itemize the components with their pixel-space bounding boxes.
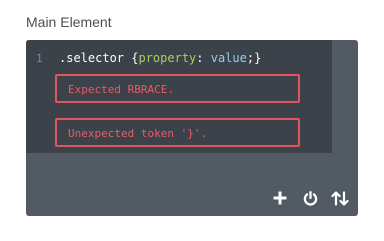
sort-icon	[331, 190, 349, 206]
code-area[interactable]: 1 .selector {property: value;} Expected …	[26, 40, 332, 153]
toggle-button[interactable]	[298, 188, 322, 208]
code-open-brace: {	[124, 51, 139, 65]
sort-button[interactable]	[328, 188, 352, 208]
code-line[interactable]: .selector {property: value;}	[59, 51, 261, 65]
power-icon	[303, 190, 317, 206]
section-title: Main Element	[26, 14, 112, 30]
code-close-brace: }	[254, 51, 262, 65]
add-button[interactable]	[268, 188, 292, 208]
code-property: property	[138, 51, 197, 65]
css-code-editor[interactable]: 1 .selector {property: value;} Expected …	[26, 40, 358, 216]
plus-icon	[273, 191, 287, 205]
code-colon: :	[196, 51, 211, 65]
editor-toolbar	[262, 188, 352, 208]
error-message: Expected RBRACE.	[55, 74, 300, 103]
code-value: value	[210, 51, 247, 65]
error-text: Expected RBRACE.	[68, 83, 174, 96]
error-message: Unexpected token '}'.	[55, 118, 300, 147]
error-text: Unexpected token '}'.	[68, 127, 208, 140]
line-gutter: 1	[26, 40, 52, 153]
code-selector: .selector	[59, 51, 125, 65]
code-semicolon: ;	[246, 51, 255, 65]
line-number: 1	[36, 52, 43, 65]
